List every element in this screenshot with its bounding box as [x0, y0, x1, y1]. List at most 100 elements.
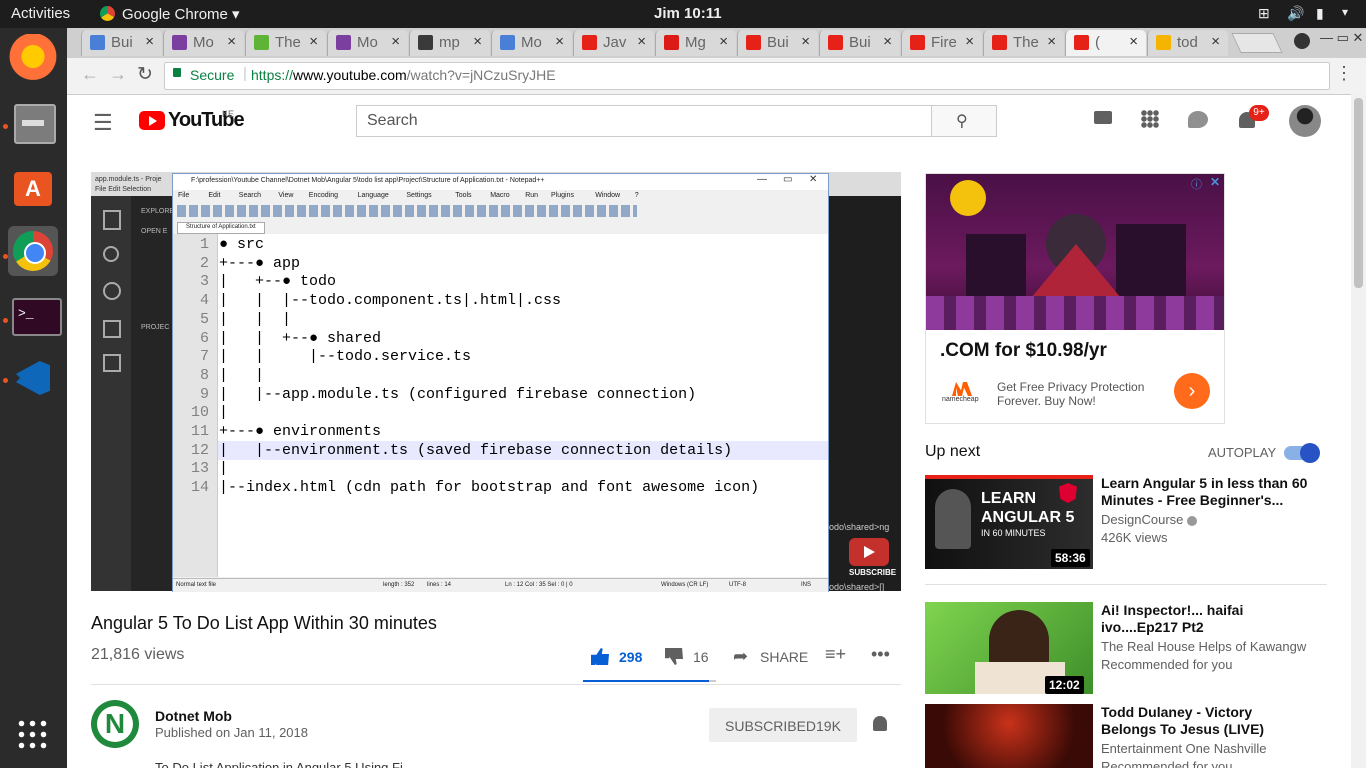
code-text[interactable]: | | | — [219, 311, 291, 328]
autoplay-toggle[interactable] — [1284, 443, 1320, 463]
tab-close-icon[interactable]: × — [719, 33, 728, 50]
code-text[interactable]: | | |--todo.service.ts — [219, 348, 471, 365]
up-next-item[interactable]: LEARN ANGULAR 5 IN 60 MINUTES 58:36 Lear… — [925, 475, 1325, 570]
browser-tab[interactable]: The × — [983, 30, 1064, 56]
subscribe-watermark[interactable] — [849, 538, 889, 566]
system-menu-icon[interactable]: ▾ — [1342, 5, 1348, 19]
tab-close-icon[interactable]: × — [965, 33, 974, 50]
browser-tab[interactable]: mp × — [409, 30, 490, 56]
browser-tab[interactable]: Mo × — [491, 30, 572, 56]
tab-close-icon[interactable]: × — [309, 33, 318, 50]
browser-tab[interactable]: Fire × — [901, 30, 982, 56]
terminal-icon[interactable]: >_ — [8, 290, 62, 340]
reload-icon[interactable]: ↻ — [137, 63, 153, 86]
firefox-icon[interactable] — [8, 34, 58, 84]
code-text[interactable]: | |--app.module.ts (configured firebase … — [219, 386, 696, 403]
clock[interactable]: Jim 10:11 — [654, 5, 722, 22]
notepad-menu-item[interactable]: Macro — [490, 192, 509, 199]
notepad-menu-item[interactable]: Run — [525, 192, 538, 199]
tab-close-icon[interactable]: × — [145, 33, 154, 50]
browser-tab[interactable]: (× — [1065, 30, 1146, 56]
ad-headline[interactable]: .COM for $10.98/yr — [940, 340, 1107, 362]
code-text[interactable]: | | — [219, 367, 264, 384]
code-text[interactable]: | — [219, 460, 228, 477]
search-input[interactable]: Search — [356, 105, 932, 137]
code-text[interactable]: | | |--todo.component.ts|.html|.css — [219, 292, 561, 309]
browser-tab[interactable]: Bui × — [819, 30, 900, 56]
up-next-item[interactable]: 12:02 Ai! Inspector!... haifai ivo....Ep… — [925, 602, 1325, 697]
tab-close-icon[interactable]: × — [227, 33, 236, 50]
tab-close-icon[interactable]: × — [801, 33, 810, 50]
tab-close-icon[interactable]: × — [555, 33, 564, 50]
browser-tab[interactable]: tod × — [1147, 30, 1228, 56]
browser-tab[interactable]: Jav × — [573, 30, 654, 56]
video-thumbnail[interactable] — [925, 704, 1093, 768]
notepad-menu-item[interactable]: ? — [635, 192, 639, 199]
add-to-playlist-icon[interactable]: ≡+ — [825, 644, 846, 665]
back-icon[interactable]: ← — [81, 64, 99, 85]
tab-close-icon[interactable]: × — [1047, 33, 1056, 50]
browser-tab[interactable]: Mg × — [655, 30, 736, 56]
tab-close-icon[interactable]: × — [637, 33, 646, 50]
notepad-menu-item[interactable]: Window — [595, 192, 620, 199]
notepad-menu-item[interactable]: Tools — [455, 192, 471, 199]
channel-name[interactable]: Dotnet Mob — [155, 708, 232, 724]
page-scrollbar[interactable] — [1351, 94, 1366, 768]
tab-close-icon[interactable]: × — [883, 33, 892, 50]
subscribe-button[interactable]: SUBSCRIBED 19K — [709, 708, 857, 742]
window-controls[interactable]: — ▭ ✕ — [1320, 30, 1363, 46]
chrome-menu-icon[interactable]: ⋮ — [1335, 63, 1353, 84]
code-text[interactable]: ● src — [219, 236, 264, 253]
ad-arrow-button[interactable]: › — [1174, 373, 1210, 409]
show-applications-icon[interactable] — [8, 710, 58, 760]
code-text[interactable]: | +--● todo — [219, 273, 336, 290]
notepad-menu-item[interactable]: Plugins — [551, 192, 574, 199]
adchoices-icon[interactable]: ⓘ — [1191, 176, 1202, 192]
chrome-dock-icon[interactable] — [8, 226, 58, 276]
code-text[interactable]: +---● environments — [219, 423, 381, 440]
battery-icon[interactable]: ▮ — [1316, 5, 1324, 22]
up-next-item[interactable]: Todd Dulaney - Victory Belongs To Jesus … — [925, 704, 1325, 768]
more-actions-icon[interactable]: ••• — [871, 644, 890, 665]
activities-button[interactable]: Activities — [11, 5, 70, 22]
browser-tab[interactable]: The × — [245, 30, 326, 56]
channel-avatar[interactable]: N — [91, 700, 139, 748]
tab-close-icon[interactable]: × — [1129, 33, 1138, 50]
notepad-menu-item[interactable]: File — [178, 192, 189, 199]
code-text[interactable]: |--index.html (cdn path for bootstrap an… — [219, 479, 759, 496]
ad-close-icon[interactable]: ✕ — [1210, 175, 1220, 189]
browser-tab[interactable]: Bui × — [737, 30, 818, 56]
software-center-icon[interactable]: A — [8, 164, 58, 214]
ad-panel[interactable]: ⓘ ✕ .COM for $10.98/yr namecheap Get Fre… — [925, 173, 1225, 424]
files-icon[interactable] — [8, 98, 58, 148]
browser-tab[interactable]: Bui × — [81, 30, 162, 56]
vscode-icon[interactable] — [8, 353, 58, 403]
guide-menu-icon[interactable]: ☰ — [93, 110, 113, 136]
code-text[interactable]: | | +--● shared — [219, 330, 381, 347]
volume-icon[interactable]: 🔊 — [1287, 5, 1304, 22]
ad-image[interactable] — [926, 174, 1224, 330]
notepad-menu-item[interactable]: View — [278, 192, 293, 199]
messages-icon[interactable] — [1188, 111, 1208, 128]
network-icon[interactable]: ⊞ — [1258, 5, 1270, 22]
tab-close-icon[interactable]: × — [391, 33, 400, 50]
address-bar[interactable]: Secure | https://www.youtube.com/watch?v… — [164, 62, 1330, 90]
avatar[interactable] — [1289, 105, 1321, 137]
notepad-menu-item[interactable]: Settings — [406, 192, 431, 199]
notepad-menu-item[interactable]: Edit — [208, 192, 220, 199]
browser-tab[interactable]: Mo × — [163, 30, 244, 56]
upload-video-icon[interactable] — [1094, 111, 1112, 124]
code-text[interactable]: +---● app — [219, 255, 300, 272]
notepad-menu-item[interactable]: Search — [239, 192, 261, 199]
tab-close-icon[interactable]: × — [473, 33, 482, 50]
apps-grid-icon[interactable] — [1141, 110, 1159, 128]
youtube-logo-icon[interactable] — [139, 111, 165, 130]
code-text[interactable]: | — [219, 404, 228, 421]
code-text[interactable]: | |--environment.ts (saved firebase conn… — [219, 442, 732, 459]
notepad-doc-tab[interactable]: Structure of Application.txt — [177, 222, 265, 234]
tab-close-icon[interactable]: × — [1211, 33, 1220, 50]
notepad-menu-item[interactable]: Language — [358, 192, 389, 199]
forward-icon[interactable]: → — [109, 64, 127, 85]
profile-icon[interactable] — [1294, 33, 1310, 49]
app-menu[interactable]: Google Chrome ▾ — [122, 5, 240, 23]
